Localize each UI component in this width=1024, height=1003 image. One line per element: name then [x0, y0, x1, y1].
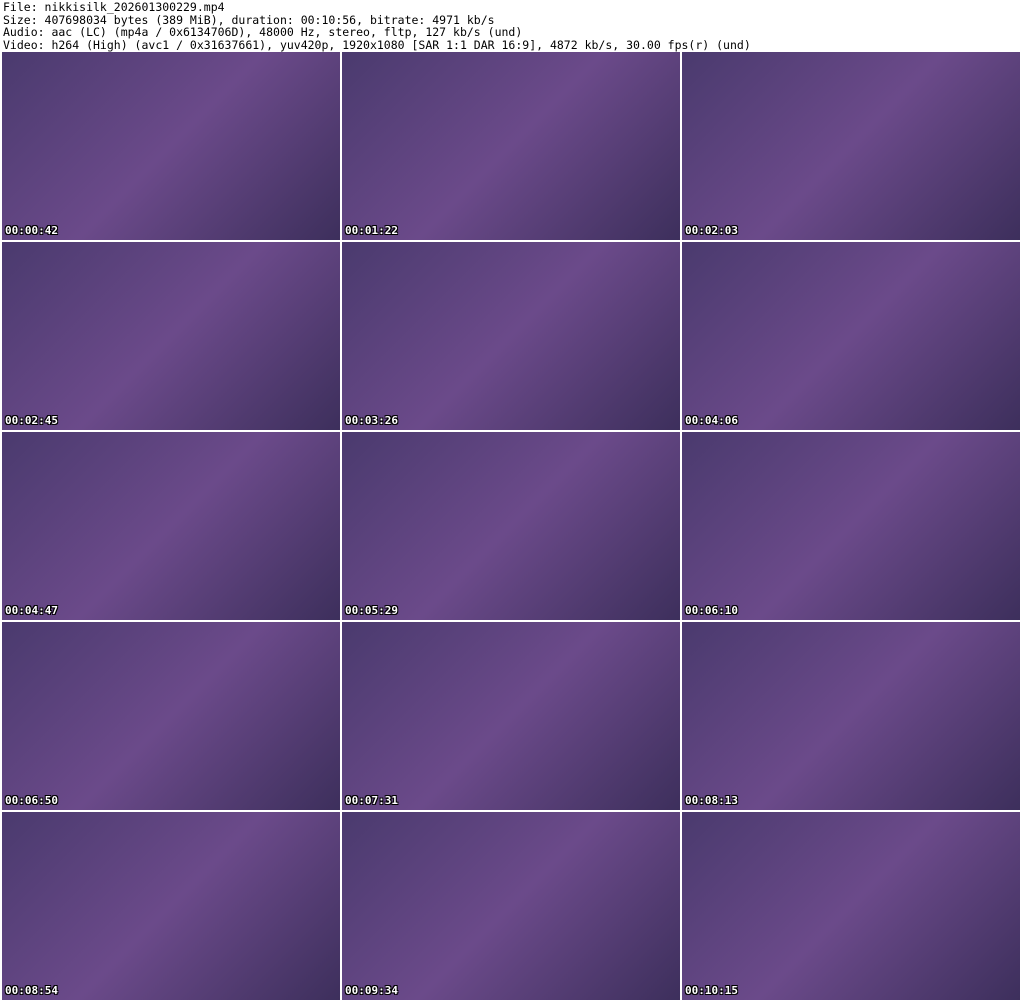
thumbnail-timestamp: 00:10:15: [685, 984, 738, 997]
video-thumbnail: 00:06:50: [2, 622, 340, 810]
thumbnail-grid: 00:00:42 00:01:22 00:02:03 00:02:45 00:03:26…: [2, 52, 1020, 1000]
video-thumbnail: 00:04:06: [682, 242, 1020, 430]
thumbnail-timestamp: 00:08:13: [685, 794, 738, 807]
thumbnail-timestamp: 00:02:03: [685, 224, 738, 237]
thumbnail-timestamp: 00:04:06: [685, 414, 738, 427]
video-thumbnail: 00:02:03: [682, 52, 1020, 240]
video-thumbnail: 00:09:34: [342, 812, 680, 1000]
thumbnail-timestamp: 00:01:22: [345, 224, 398, 237]
thumbnail-timestamp: 00:07:31: [345, 794, 398, 807]
thumbnail-timestamp: 00:00:42: [5, 224, 58, 237]
video-thumbnail: 00:08:13: [682, 622, 1020, 810]
thumbnail-timestamp: 00:05:29: [345, 604, 398, 617]
video-thumbnail: 00:00:42: [2, 52, 340, 240]
video-thumbnail: 00:04:47: [2, 432, 340, 620]
video-thumbnail: 00:07:31: [342, 622, 680, 810]
thumbnail-timestamp: 00:08:54: [5, 984, 58, 997]
thumbnail-timestamp: 00:03:26: [345, 414, 398, 427]
audio-info: Audio: aac (LC) (mp4a / 0x6134706D), 480…: [3, 25, 523, 39]
video-thumbnail: 00:08:54: [2, 812, 340, 1000]
video-thumbnail: 00:02:45: [2, 242, 340, 430]
video-thumbnail: 00:06:10: [682, 432, 1020, 620]
thumbnail-timestamp: 00:04:47: [5, 604, 58, 617]
video-info: Video: h264 (High) (avc1 / 0x31637661), …: [3, 37, 751, 52]
video-thumbnail: 00:10:15: [682, 812, 1020, 1000]
thumbnail-timestamp: 00:06:50: [5, 794, 58, 807]
video-thumbnail: 00:01:22: [342, 52, 680, 240]
thumbnail-timestamp: 00:09:34: [345, 984, 398, 997]
video-thumbnail: 00:05:29: [342, 432, 680, 620]
thumbnail-timestamp: 00:02:45: [5, 414, 58, 427]
thumbnail-timestamp: 00:06:10: [685, 604, 738, 617]
video-thumbnail: 00:03:26: [342, 242, 680, 430]
file-name: File: nikkisilk_202601300229.mp4: [3, 0, 225, 14]
file-info-header: File: nikkisilk_202601300229.mp4 Size: 4…: [3, 1, 751, 51]
